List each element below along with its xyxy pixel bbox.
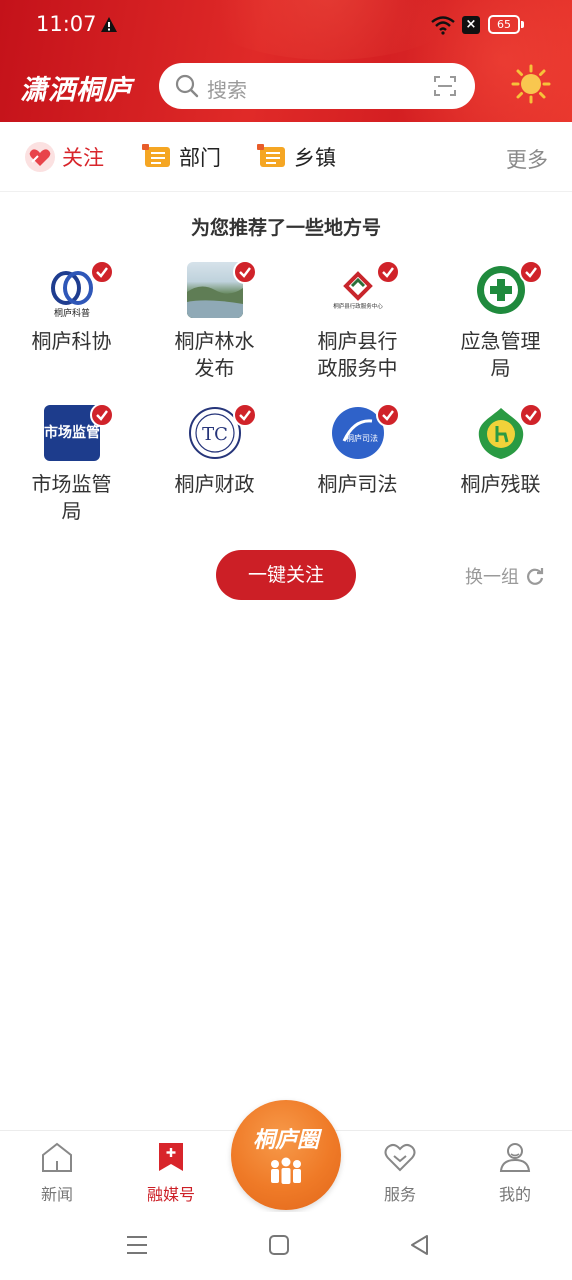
account-item[interactable]: 桐庐残联	[429, 403, 572, 498]
account-name: 桐庐财政	[174, 472, 255, 496]
search-bar[interactable]: 搜索	[159, 63, 475, 109]
svg-text:桐庐科普: 桐庐科普	[53, 307, 89, 318]
follow-all-button[interactable]: 一键关注	[216, 550, 356, 600]
list-icon	[257, 144, 285, 167]
account-name: 桐庐司法	[317, 472, 398, 496]
account-item[interactable]: TC 桐庐财政	[143, 403, 286, 498]
channel-follow-label: 关注	[62, 146, 104, 170]
account-name: 桐庐林水发布	[174, 329, 255, 380]
channel-bar: 关注 部门 乡镇 更多	[0, 122, 572, 192]
center-circle-label: 桐庐圈	[252, 1127, 319, 1153]
selected-check-icon[interactable]	[375, 403, 400, 427]
account-name: 桐庐残联	[460, 472, 541, 496]
back-triangle-icon[interactable]	[409, 1234, 431, 1256]
tab-news[interactable]: 新闻	[12, 1141, 102, 1205]
selected-check-icon[interactable]	[518, 403, 543, 427]
menu-icon[interactable]	[126, 1234, 148, 1256]
channel-more-button[interactable]: 更多	[506, 144, 548, 174]
svg-text:市场监管: 市场监管	[44, 424, 100, 441]
tab-media[interactable]: 融媒号	[126, 1141, 216, 1205]
account-item[interactable]: 桐庐林水发布	[143, 260, 286, 382]
system-nav-bar	[0, 1212, 572, 1280]
tab-mine[interactable]: 我的	[470, 1141, 560, 1205]
channel-town[interactable]: 乡镇	[256, 140, 336, 174]
selected-check-icon[interactable]	[518, 260, 543, 284]
home-icon	[42, 1142, 72, 1172]
channel-follow[interactable]: 关注	[24, 140, 104, 174]
selected-check-icon[interactable]	[232, 403, 257, 427]
tab-service[interactable]: 服务	[355, 1141, 445, 1205]
scan-icon[interactable]	[433, 74, 457, 98]
refresh-group-button[interactable]: 换一组	[465, 563, 545, 589]
channel-town-label: 乡镇	[294, 146, 336, 170]
search-icon	[175, 74, 199, 98]
people-group-icon	[271, 1157, 301, 1184]
app-header: 11:07 × 65 潇洒桐庐 搜索	[0, 0, 572, 122]
user-icon	[499, 1143, 531, 1172]
heart-icon	[25, 142, 55, 172]
recommend-title: 为您推荐了一些地方号	[190, 217, 381, 239]
svg-text:桐庐司法: 桐庐司法	[346, 433, 378, 443]
home-square-icon[interactable]	[268, 1234, 290, 1256]
battery-icon: 65	[488, 15, 524, 34]
tab-media-label: 融媒号	[146, 1185, 195, 1204]
tab-mine-label: 我的	[498, 1185, 531, 1204]
account-name: 桐庐县行政服务中	[317, 329, 398, 380]
svg-text:桐庐县行政服务中心: 桐庐县行政服务中心	[333, 302, 383, 310]
bookmark-plus-icon	[159, 1143, 183, 1171]
account-item[interactable]: 市场监管 市场监管局	[0, 403, 143, 525]
account-name: 桐庐科协	[31, 329, 112, 353]
account-name: 市场监管局	[31, 472, 112, 523]
warning-icon	[101, 17, 117, 32]
list-icon	[142, 144, 170, 167]
no-sim-icon: ×	[462, 16, 480, 34]
account-name: 应急管理局	[460, 329, 541, 380]
svg-text:TC: TC	[202, 424, 228, 445]
account-item[interactable]: 应急管理局	[429, 260, 572, 382]
tab-news-label: 新闻	[40, 1185, 73, 1204]
wifi-icon	[431, 16, 455, 35]
status-bar: 11:07 × 65	[0, 0, 572, 50]
channel-dept-label: 部门	[179, 146, 221, 170]
heart-outline-icon	[384, 1143, 416, 1172]
app-logo: 潇洒桐庐	[20, 75, 132, 106]
status-time: 11:07	[36, 12, 97, 36]
tab-service-label: 服务	[383, 1185, 416, 1204]
account-item[interactable]: 桐庐科普 桐庐科协	[0, 260, 143, 355]
selected-check-icon[interactable]	[89, 260, 114, 284]
refresh-icon	[527, 568, 544, 585]
account-item[interactable]: 桐庐县行政服务中心 桐庐县行政服务中	[286, 260, 429, 382]
selected-check-icon[interactable]	[232, 260, 257, 284]
channel-dept[interactable]: 部门	[141, 140, 221, 174]
selected-check-icon[interactable]	[375, 260, 400, 284]
center-circle-button[interactable]: 桐庐圈	[231, 1100, 341, 1210]
account-item[interactable]: 桐庐司法 桐庐司法	[286, 403, 429, 498]
refresh-label: 换一组	[465, 567, 519, 588]
weather-sun-icon[interactable]	[511, 64, 551, 104]
search-placeholder: 搜索	[207, 78, 247, 102]
selected-check-icon[interactable]	[89, 403, 114, 427]
